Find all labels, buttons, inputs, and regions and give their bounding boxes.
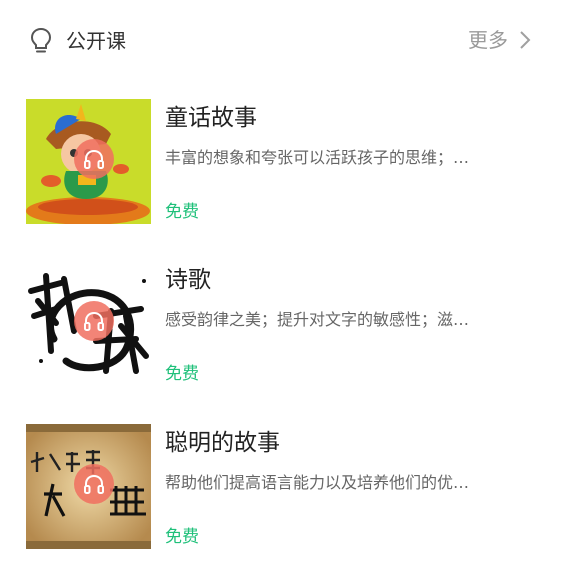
course-title: 诗歌: [165, 267, 211, 293]
headphones-icon: [84, 474, 104, 494]
course-description: 丰富的想象和夸张可以活跃孩子的思维；…: [165, 148, 470, 167]
course-item[interactable]: 诗歌 感受韵律之美；提升对文字的敏感性；滋… 免费: [0, 261, 562, 393]
course-thumbnail: [26, 99, 151, 224]
section-title: 公开课: [66, 29, 126, 53]
audio-badge: [74, 139, 114, 179]
chevron-right-icon: [520, 31, 531, 49]
course-description: 帮助他们提高语言能力以及培养他们的优…: [165, 473, 470, 492]
course-item[interactable]: 童话故事 丰富的想象和夸张可以活跃孩子的思维；… 免费: [0, 99, 562, 231]
more-button[interactable]: 更多: [468, 26, 532, 54]
course-price: 免费: [165, 364, 199, 384]
audio-badge: [74, 464, 114, 504]
section-header: 公开课 更多: [0, 0, 562, 82]
course-price: 免费: [165, 202, 199, 222]
more-label: 更多: [468, 28, 508, 52]
audio-badge: [74, 301, 114, 341]
open-course-panel: 公开课 更多 童话故事 丰富的想象和夸张可以活跃孩子的思维；… 免费 诗歌 感受…: [0, 0, 562, 588]
course-title: 童话故事: [165, 105, 257, 131]
headphones-icon: [84, 311, 104, 331]
course-item[interactable]: 聪明的故事 帮助他们提高语言能力以及培养他们的优… 免费: [0, 424, 562, 556]
course-thumbnail: [26, 261, 151, 386]
course-description: 感受韵律之美；提升对文字的敏感性；滋…: [165, 310, 470, 329]
course-title: 聪明的故事: [165, 430, 280, 456]
course-price: 免费: [165, 527, 199, 547]
headphones-icon: [84, 149, 104, 169]
course-thumbnail: [26, 424, 151, 549]
lightbulb-icon: [30, 27, 52, 53]
